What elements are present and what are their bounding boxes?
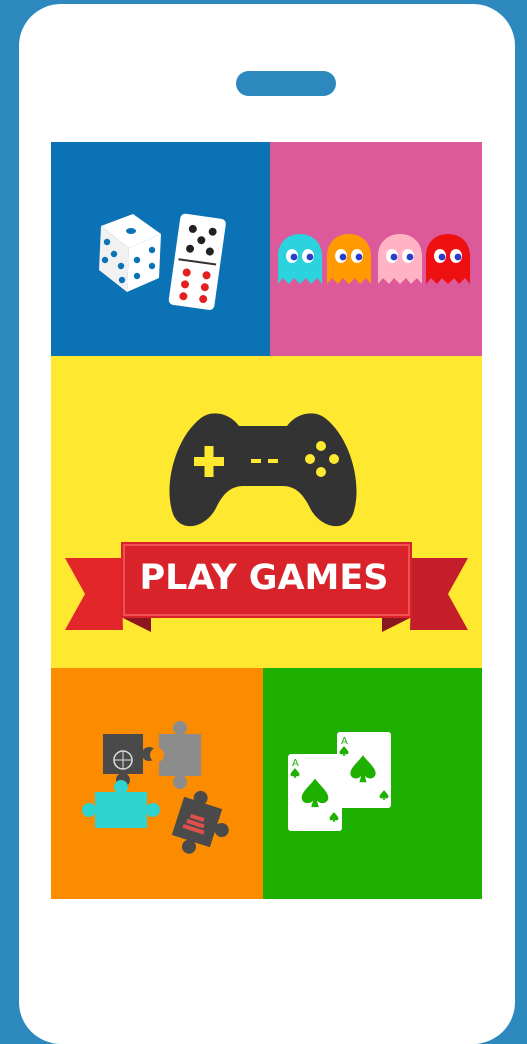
play-games-art [65,413,468,632]
dice-domino-icon [99,213,226,310]
tile-dice-dominoes[interactable] [51,142,270,373]
tile-ghosts[interactable] [270,142,482,373]
ace-of-spades-icon: A A [288,732,391,831]
gamepad-icon [169,413,357,527]
tile-play-games[interactable] [51,356,482,668]
tile-puzzle[interactable] [51,668,263,899]
tile-cards[interactable]: A A [263,668,482,899]
phone-speaker [236,71,336,96]
orange-ghost-icon [327,234,371,284]
pink-ghost-icon [378,234,422,284]
svg-text:A: A [292,758,299,769]
cyan-ghost-icon [278,234,322,284]
puzzle-pieces-icon [82,721,229,854]
ghosts-icon [278,234,470,284]
red-ghost-icon [426,234,470,284]
svg-text:A: A [341,736,348,747]
play-games-title: PLAY GAMES [139,558,389,598]
